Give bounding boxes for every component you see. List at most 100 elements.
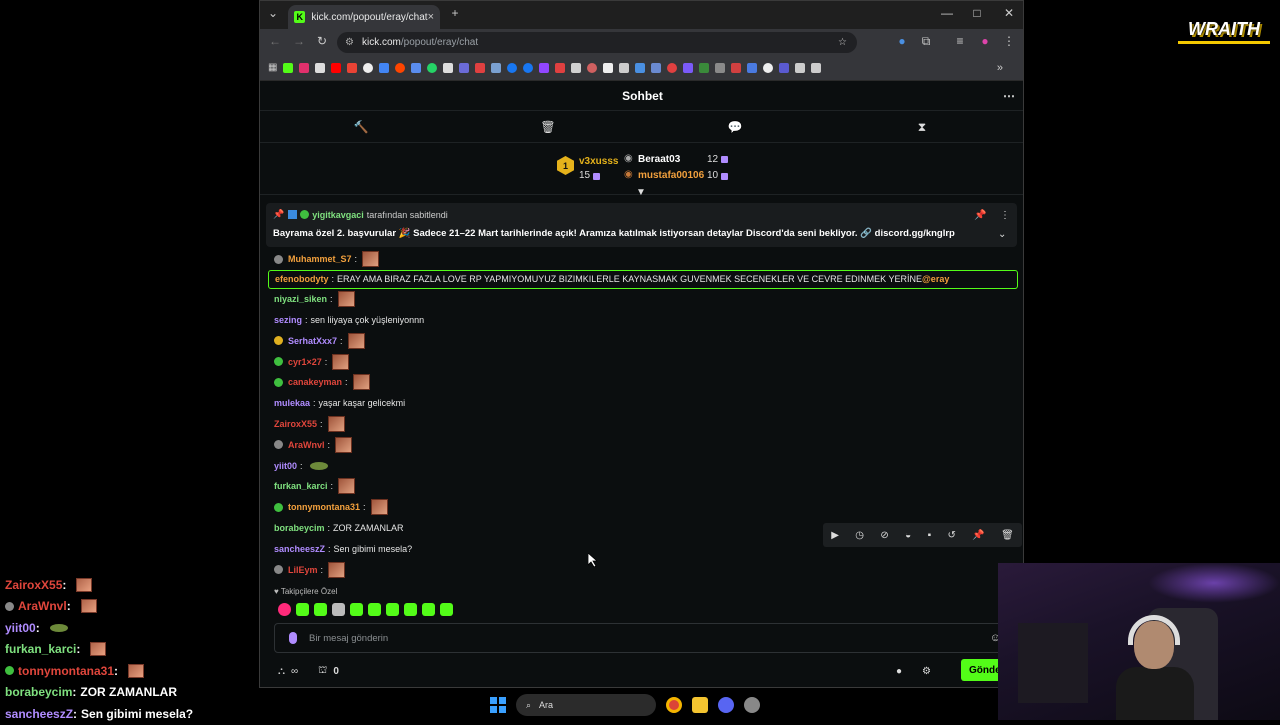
- chat-message[interactable]: furkan_karci:: [268, 476, 1018, 497]
- chat-username[interactable]: mulekaa: [274, 398, 310, 408]
- bookmark-instagram-icon[interactable]: [299, 62, 310, 73]
- bookmark-site-icon[interactable]: [715, 62, 726, 73]
- chat-menu-icon[interactable]: ⋯: [1003, 89, 1015, 103]
- chat-username[interactable]: cyr1×27: [288, 357, 322, 367]
- tab-search-icon[interactable]: ⌄: [264, 6, 282, 20]
- more-bookmarks-icon[interactable]: »: [997, 62, 1003, 74]
- emote-icon[interactable]: [332, 603, 345, 616]
- bookmark-site-icon[interactable]: [699, 62, 710, 73]
- window-close-icon[interactable]: ✕: [1000, 6, 1018, 20]
- chat-username[interactable]: furkan_karci: [274, 481, 328, 491]
- bookmark-site-icon[interactable]: [683, 62, 694, 73]
- bookmark-facebook-icon[interactable]: [507, 62, 518, 73]
- chat-bubble-icon[interactable]: ●: [896, 666, 902, 677]
- bookmark-site-icon[interactable]: [763, 62, 774, 73]
- pin-message-icon[interactable]: 📌: [972, 530, 984, 541]
- leaderboard-top-user[interactable]: v3xusss: [579, 156, 618, 167]
- bookmark-site-icon[interactable]: [635, 62, 646, 73]
- chat-username[interactable]: efenobodyty: [275, 274, 329, 284]
- copy-icon[interactable]: ▪: [928, 530, 932, 541]
- new-tab-button[interactable]: +: [446, 6, 464, 20]
- bookmark-site-icon[interactable]: [587, 62, 598, 73]
- emote-icon[interactable]: [386, 603, 399, 616]
- ban-hammer-icon[interactable]: 🔨: [353, 120, 369, 134]
- url-field[interactable]: ⚙ kick.com/popout/eray/chat ☆: [337, 32, 857, 53]
- chat-message[interactable]: tonnymontana31:: [268, 497, 1018, 518]
- minimize-icon[interactable]: —: [938, 6, 956, 20]
- community-icon[interactable]: ⛬: [278, 666, 285, 677]
- emote-icon[interactable]: [314, 603, 327, 616]
- chrome-icon[interactable]: [666, 697, 682, 713]
- chat-username[interactable]: niyazi_siken: [274, 294, 327, 304]
- bookmark-site-icon[interactable]: [571, 62, 582, 73]
- emote-icon[interactable]: [422, 603, 435, 616]
- forward-icon[interactable]: →: [290, 34, 308, 48]
- bookmark-google-icon[interactable]: [363, 62, 374, 73]
- chat-username[interactable]: sezing: [274, 315, 302, 325]
- chat-bubble-icon[interactable]: 💬: [727, 120, 743, 134]
- bookmark-site-icon[interactable]: [619, 62, 630, 73]
- undo-icon[interactable]: ↺: [947, 530, 955, 541]
- bookmark-site-icon[interactable]: [459, 62, 470, 73]
- chat-username[interactable]: LilEym: [288, 565, 318, 575]
- chat-message[interactable]: AraWnvl:: [268, 434, 1018, 455]
- leaderboard-second-user[interactable]: Beraat03: [638, 154, 680, 165]
- bookmark-youtube-icon[interactable]: [331, 62, 342, 73]
- chat-message[interactable]: yiit00:: [268, 455, 1018, 476]
- chat-message[interactable]: niyazi_siken:: [268, 289, 1018, 310]
- bookmark-site-icon[interactable]: [811, 62, 822, 73]
- slow-mode-hourglass-icon[interactable]: ⧗: [914, 120, 930, 135]
- chat-username[interactable]: borabeycim: [274, 523, 325, 533]
- pinned-menu-icon[interactable]: ⋮: [1000, 210, 1010, 221]
- bookmark-site-icon[interactable]: [747, 62, 758, 73]
- maximize-icon[interactable]: □: [968, 6, 986, 20]
- bookmark-x-icon[interactable]: [315, 62, 326, 73]
- browser-menu-icon[interactable]: ⋮: [1000, 34, 1018, 48]
- chat-message[interactable]: SerhatXxx7:: [268, 330, 1018, 351]
- settings-gear-icon[interactable]: ⚙: [922, 666, 931, 677]
- bookmark-translate-icon[interactable]: [411, 62, 422, 73]
- chat-username[interactable]: SerhatXxx7: [288, 336, 337, 346]
- chat-message[interactable]: sezing: sen liiyaya çok yüşleniyonnn: [268, 310, 1018, 331]
- filter-icon[interactable]: ▼: [636, 187, 646, 198]
- chat-message[interactable]: efenobodyty: ERAY AMA BIRAZ FAZLA LOVE RP…: [268, 269, 1018, 289]
- chat-message[interactable]: Muhammet_S7:: [268, 249, 1018, 270]
- chat-username[interactable]: sancheeszZ: [274, 544, 325, 554]
- extensions-puzzle-icon[interactable]: ⧉: [917, 34, 935, 49]
- bookmark-site-icon[interactable]: [779, 62, 790, 73]
- bookmark-whatsapp-icon[interactable]: [427, 62, 438, 73]
- chat-input[interactable]: Bir mesaj gönderin ☺: [274, 623, 1004, 653]
- emote-icon[interactable]: [296, 603, 309, 616]
- chat-username[interactable]: yiit00: [274, 461, 297, 471]
- trash-icon[interactable]: 🗑: [540, 120, 556, 134]
- bookmark-site-icon[interactable]: [651, 62, 662, 73]
- delete-message-icon[interactable]: 🗑: [1001, 530, 1014, 541]
- chat-username[interactable]: canakeyman: [288, 377, 342, 387]
- bookmark-site-icon[interactable]: [667, 62, 678, 73]
- mention[interactable]: @eray: [922, 274, 949, 284]
- bookmark-drive-icon[interactable]: [379, 62, 390, 73]
- bookmark-site-icon[interactable]: [475, 62, 486, 73]
- bookmark-gmail-icon[interactable]: [347, 62, 358, 73]
- emote-icon[interactable]: [350, 603, 363, 616]
- timeout-clock-icon[interactable]: ◷: [855, 530, 864, 541]
- chat-message[interactable]: cyr1×27:: [268, 351, 1018, 372]
- chat-message[interactable]: mulekaa: yaşar kaşar gelicekmi: [268, 393, 1018, 414]
- reload-icon[interactable]: ↻: [313, 34, 331, 48]
- chat-username[interactable]: AraWnvl: [288, 440, 325, 450]
- bookmark-site-icon[interactable]: [603, 62, 614, 73]
- reply-icon[interactable]: ◒: [905, 530, 911, 541]
- store-icon[interactable]: ⛫: [318, 665, 327, 678]
- bookmark-reddit-icon[interactable]: [395, 62, 406, 73]
- reading-list-icon[interactable]: ≡: [951, 34, 969, 48]
- bookmark-tiktok-icon[interactable]: [443, 62, 454, 73]
- unpin-icon[interactable]: 📌: [974, 210, 986, 221]
- pinned-by-user[interactable]: yigitkavgaci: [312, 210, 364, 220]
- chat-message[interactable]: LilEym:: [268, 559, 1018, 580]
- site-info-icon[interactable]: ⚙: [345, 37, 354, 48]
- emote-icon[interactable]: [278, 603, 291, 616]
- ban-icon[interactable]: ⊘: [880, 530, 888, 541]
- emote-icon[interactable]: [404, 603, 417, 616]
- bookmark-site-icon[interactable]: [491, 62, 502, 73]
- chat-username[interactable]: tonnymontana31: [288, 502, 360, 512]
